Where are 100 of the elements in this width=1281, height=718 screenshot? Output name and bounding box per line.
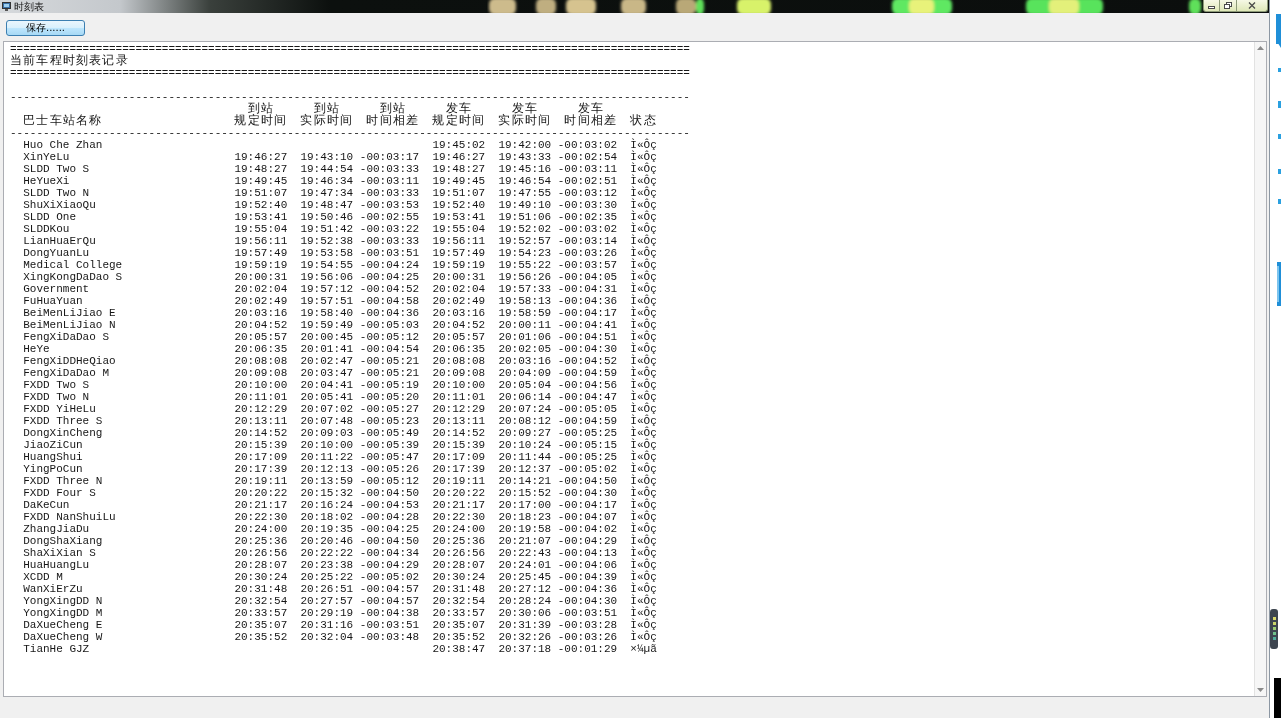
status-text: Ì«Ôç xyxy=(630,439,657,451)
scheduled-arrival-time: 19:53:41 xyxy=(234,211,288,223)
station-name: DongShaXiang xyxy=(23,535,103,547)
status-text: Ì«Ôç xyxy=(630,247,657,259)
station-name: FengXiDDHeQiao xyxy=(23,355,116,367)
actual-departure-time: 20:07:24 xyxy=(498,403,552,415)
departure-time-difference: -00:04:51 xyxy=(557,331,618,343)
status-text: Ì«Ôç xyxy=(630,199,657,211)
actual-arrival-time: 20:01:41 xyxy=(300,343,354,355)
vertical-scrollbar[interactable] xyxy=(1254,42,1266,696)
caret-down-icon[interactable] xyxy=(1257,688,1264,692)
status-text: Ì«Ôç xyxy=(630,607,657,619)
actual-departure-time: 20:02:05 xyxy=(498,343,552,355)
scheduled-arrival-time: 20:09:08 xyxy=(234,367,288,379)
station-name: YongXingDD M xyxy=(23,607,103,619)
departure-time-difference: -00:04:30 xyxy=(557,487,618,499)
actual-arrival-time: 19:54:55 xyxy=(300,259,354,271)
arrival-time-difference: -00:03:51 xyxy=(359,247,420,259)
status-text: Ì«Ôç xyxy=(630,151,657,163)
scheduled-arrival-time: 19:57:49 xyxy=(234,247,288,259)
actual-arrival-time: 19:43:10 xyxy=(300,151,354,163)
scheduled-departure-time: 19:53:41 xyxy=(432,211,486,223)
departure-time-difference: -00:01:29 xyxy=(557,643,618,655)
actual-departure-time: 20:30:06 xyxy=(498,607,552,619)
restore-button[interactable] xyxy=(1220,0,1237,12)
actual-arrival-time: 20:25:22 xyxy=(300,571,354,583)
actual-departure-time: 19:46:54 xyxy=(498,175,552,187)
actual-departure-time: 20:15:52 xyxy=(498,487,552,499)
actual-departure-time: 20:11:44 xyxy=(498,451,552,463)
arrival-time-difference: -00:05:23 xyxy=(359,415,420,427)
station-name: ZhangJiaDu xyxy=(23,523,90,535)
scheduled-arrival-time: 20:32:54 xyxy=(234,595,288,607)
scheduled-arrival-time: 20:11:01 xyxy=(234,391,288,403)
separator-line: ======================================================================================================= xyxy=(10,43,690,55)
actual-arrival-time: 19:59:49 xyxy=(300,319,354,331)
departure-time-difference: -00:03:30 xyxy=(557,199,618,211)
scheduled-arrival-time: 20:30:24 xyxy=(234,571,288,583)
scheduled-arrival-time: 20:24:00 xyxy=(234,523,288,535)
actual-departure-time: 20:04:09 xyxy=(498,367,552,379)
scheduled-departure-time: 20:02:49 xyxy=(432,295,486,307)
actual-arrival-time: 19:58:40 xyxy=(300,307,354,319)
actual-arrival-time: 20:16:24 xyxy=(300,499,354,511)
station-name: FuHuaYuan xyxy=(23,295,83,307)
scheduled-arrival-time: 20:12:29 xyxy=(234,403,288,415)
actual-departure-time: 19:54:23 xyxy=(498,247,552,259)
arrival-time-difference: -00:05:21 xyxy=(359,355,420,367)
minimize-button[interactable] xyxy=(1203,0,1220,12)
status-text: Ì«Ôç xyxy=(630,523,657,535)
close-button[interactable] xyxy=(1237,0,1268,12)
departure-time-difference: -00:02:51 xyxy=(557,175,618,187)
separator-line: ======================================================================================================= xyxy=(10,67,690,79)
save-button[interactable]: 保存...... xyxy=(6,20,85,36)
status-text: Ì«Ôç xyxy=(630,571,657,583)
scheduled-arrival-time: 20:08:08 xyxy=(234,355,288,367)
actual-arrival-time: 20:29:19 xyxy=(300,607,354,619)
station-name: DongXinCheng xyxy=(23,427,103,439)
status-text: Ì«Ôç xyxy=(630,283,657,295)
departure-time-difference: -00:02:54 xyxy=(557,151,618,163)
scheduled-departure-time: 20:35:52 xyxy=(432,631,486,643)
actual-departure-time: 19:56:26 xyxy=(498,271,552,283)
arrival-time-difference: -00:05:02 xyxy=(359,571,420,583)
station-name: FXDD YiHeLu xyxy=(23,403,96,415)
arrival-time-difference: -00:04:25 xyxy=(359,271,420,283)
status-text: Ì«Ôç xyxy=(630,307,657,319)
separator-line: ------------------------------------------------------------------------------------------------------- xyxy=(10,127,690,139)
arrival-time-difference: -00:05:03 xyxy=(359,319,420,331)
departure-time-difference: -00:04:31 xyxy=(557,283,618,295)
scheduled-arrival-time: 20:31:48 xyxy=(234,583,288,595)
actual-departure-time: 20:03:16 xyxy=(498,355,552,367)
station-name: HuangShui xyxy=(23,451,83,463)
status-text: Ì«Ôç xyxy=(630,139,657,151)
actual-departure-time: 20:09:27 xyxy=(498,427,552,439)
arrival-time-difference: -00:05:12 xyxy=(359,331,420,343)
scheduled-departure-time: 20:32:54 xyxy=(432,595,486,607)
scheduled-departure-time: 20:02:04 xyxy=(432,283,486,295)
status-text: Ì«Ôç xyxy=(630,487,657,499)
departure-time-difference: -00:04:07 xyxy=(557,511,618,523)
actual-arrival-time: 20:12:13 xyxy=(300,463,354,475)
actual-arrival-time: 19:48:47 xyxy=(300,199,354,211)
departure-time-difference: -00:03:11 xyxy=(557,163,618,175)
actual-departure-time: 19:55:22 xyxy=(498,259,552,271)
scheduled-departure-time: 20:12:29 xyxy=(432,403,486,415)
scheduled-arrival-time: 20:28:07 xyxy=(234,559,288,571)
scheduled-departure-time: 19:55:04 xyxy=(432,223,486,235)
column-group-label: 发车 xyxy=(511,102,538,116)
status-text: Ì«Ôç xyxy=(630,499,657,511)
scheduled-departure-time: 19:46:27 xyxy=(432,151,486,163)
scheduled-departure-time: 20:10:00 xyxy=(432,379,486,391)
departure-time-difference: -00:03:02 xyxy=(557,139,618,151)
scheduled-departure-time: 20:26:56 xyxy=(432,547,486,559)
arrival-time-difference: -00:04:36 xyxy=(359,307,420,319)
caret-up-icon[interactable] xyxy=(1257,46,1264,50)
actual-departure-time: 20:08:12 xyxy=(498,415,552,427)
actual-arrival-time: 20:23:38 xyxy=(300,559,354,571)
actual-arrival-time: 20:20:46 xyxy=(300,535,354,547)
arrival-time-difference: -00:03:33 xyxy=(359,163,420,175)
departure-time-difference: -00:04:36 xyxy=(557,583,618,595)
arrival-time-difference: -00:03:48 xyxy=(359,631,420,643)
station-name: YingPoCun xyxy=(23,463,83,475)
station-name: HuaHuangLu xyxy=(23,559,90,571)
